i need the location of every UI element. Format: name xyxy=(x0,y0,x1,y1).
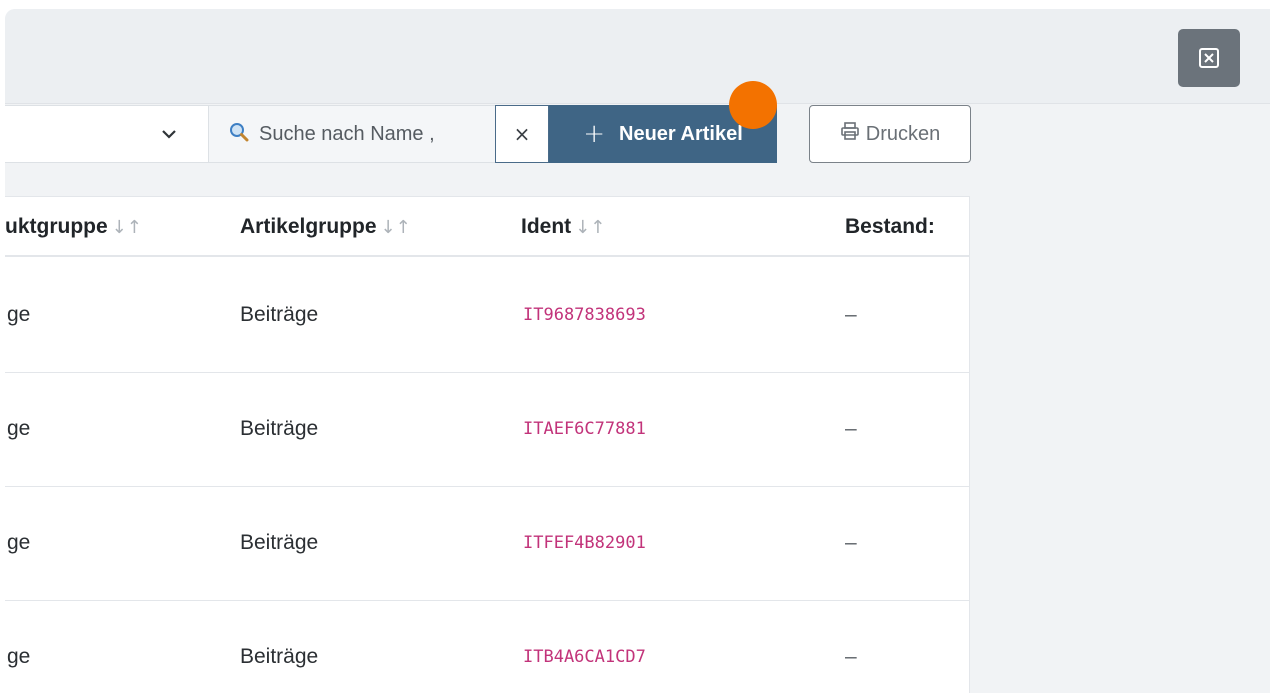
cell-artikelgruppe: Beiträge xyxy=(240,303,319,326)
sort-icon[interactable]: ↓↑ xyxy=(381,217,411,238)
printer-icon xyxy=(840,121,860,147)
cell-ident[interactable]: ITAEF6C77881 xyxy=(523,419,646,439)
print-label: Drucken xyxy=(865,122,941,145)
cell-ident[interactable]: ITFEF4B82901 xyxy=(523,533,646,553)
column-header-produktgruppe[interactable]: uktgruppe ↓↑ xyxy=(5,215,142,239)
table-row[interactable]: ge Beiträge ITB4A6CA1CD7 – xyxy=(5,601,970,693)
column-header-bestand[interactable]: Bestand: xyxy=(845,215,935,239)
chevron-down-icon xyxy=(159,124,179,148)
clear-search-button[interactable]: × xyxy=(495,105,549,163)
search-field[interactable] xyxy=(209,105,496,163)
cell-artikelgruppe: Beiträge xyxy=(240,417,319,440)
search-icon xyxy=(229,122,249,146)
plus-icon: + xyxy=(583,119,606,149)
top-bar xyxy=(5,9,1270,104)
table-row[interactable]: ge Beiträge ITFEF4B82901 – xyxy=(5,487,970,601)
cell-bestand: – xyxy=(845,303,857,326)
cell-bestand: – xyxy=(845,417,857,440)
cell-ident[interactable]: IT9687838693 xyxy=(523,305,646,325)
cell-produktgruppe: ge xyxy=(7,303,31,326)
column-header-ident[interactable]: Ident ↓↑ xyxy=(521,215,605,239)
table-header: uktgruppe ↓↑ Artikelgruppe ↓↑ Ident ↓↑ Best… xyxy=(5,197,970,257)
close-button[interactable] xyxy=(1178,29,1240,87)
cell-artikelgruppe: Beiträge xyxy=(240,645,319,668)
filter-select[interactable] xyxy=(5,105,209,163)
print-button[interactable]: Drucken xyxy=(809,105,971,163)
app-frame: × + Neuer Artikel Drucken uktgruppe↓↑ Ar… xyxy=(5,9,1270,693)
table-row[interactable]: ge Beiträge ITAEF6C77881 – xyxy=(5,373,970,487)
cursor-indicator xyxy=(729,81,777,129)
cell-bestand: – xyxy=(845,645,857,668)
sort-icon[interactable]: ↓↑ xyxy=(112,217,142,238)
new-article-label: Neuer Artikel xyxy=(619,122,743,145)
cell-produktgruppe: ge xyxy=(7,531,31,554)
cell-produktgruppe: ge xyxy=(7,417,31,440)
cell-ident[interactable]: ITB4A6CA1CD7 xyxy=(523,647,646,667)
articles-table: uktgruppe ↓↑ Artikelgruppe ↓↑ Ident ↓↑ Best… xyxy=(5,196,970,693)
sort-icon[interactable]: ↓↑ xyxy=(575,217,605,238)
close-square-icon xyxy=(1199,48,1219,68)
cell-produktgruppe: ge xyxy=(7,645,31,668)
column-header-artikelgruppe[interactable]: Artikelgruppe ↓↑ xyxy=(240,215,411,239)
cell-artikelgruppe: Beiträge xyxy=(240,531,319,554)
search-input[interactable] xyxy=(259,122,474,146)
cell-bestand: – xyxy=(845,531,857,554)
table-row[interactable]: ge Beiträge IT9687838693 – xyxy=(5,259,970,373)
